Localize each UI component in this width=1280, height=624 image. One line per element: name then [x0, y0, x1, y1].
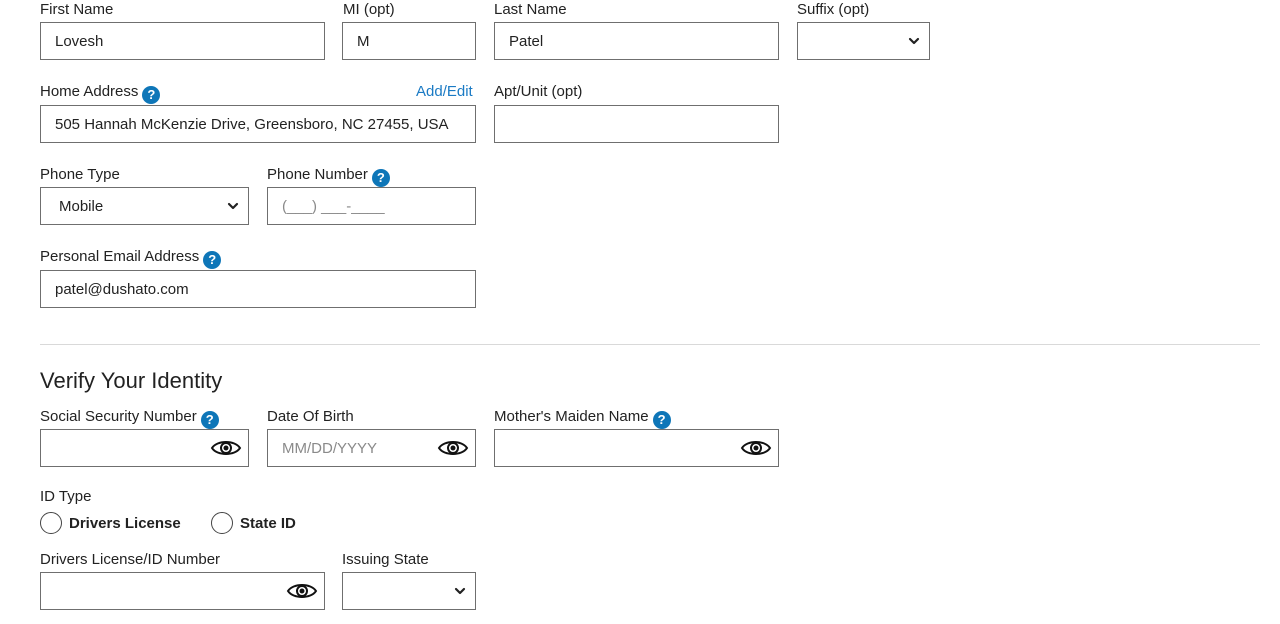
license-number-input[interactable]: [40, 572, 325, 610]
add-edit-address-link[interactable]: Add/Edit: [416, 83, 473, 100]
ssn-input[interactable]: [40, 429, 249, 467]
phone-type-value: Mobile: [59, 197, 104, 215]
state-id-radio-label[interactable]: State ID: [240, 515, 296, 532]
phone-number-label: Phone Number?: [267, 166, 390, 187]
phone-type-label: Phone Type: [40, 166, 120, 183]
issuing-state-select[interactable]: [342, 572, 476, 610]
license-number-label: Drivers License/ID Number: [40, 551, 221, 568]
email-input[interactable]: patel@dushato.com: [40, 270, 476, 308]
email-label: Personal Email Address?: [40, 248, 222, 269]
section-title: Verify Your Identity: [40, 368, 223, 393]
suffix-select[interactable]: [797, 22, 930, 60]
email-value: patel@dushato.com: [55, 280, 189, 298]
question-circle-icon[interactable]: ?: [200, 411, 219, 429]
apt-unit-label: Apt/Unit (opt): [494, 83, 583, 100]
last-name-value: Patel: [509, 32, 544, 50]
phone-number-input[interactable]: (___) ___-____: [267, 187, 476, 225]
state-id-radio[interactable]: [211, 512, 233, 534]
dob-placeholder: MM/DD/YYYY: [282, 439, 378, 457]
suffix-label: Suffix (opt): [797, 1, 870, 18]
question-circle-icon[interactable]: ?: [652, 411, 671, 429]
first-name-value: Lovesh: [55, 32, 104, 50]
eye-icon[interactable]: [286, 581, 318, 601]
chevron-down-icon: [454, 587, 466, 595]
eye-icon[interactable]: [210, 438, 242, 458]
maiden-name-input[interactable]: [494, 429, 779, 467]
question-circle-icon[interactable]: ?: [142, 86, 161, 104]
eye-icon[interactable]: [437, 438, 469, 458]
email-label-text: Personal Email Address: [40, 248, 200, 265]
phone-type-select[interactable]: Mobile: [40, 187, 249, 225]
first-name-label: First Name: [40, 1, 114, 18]
application-form: First Name Lovesh MI (opt) M Last Name P…: [0, 0, 1280, 624]
issuing-state-label: Issuing State: [342, 551, 429, 568]
ssn-label: Social Security Number?: [40, 408, 219, 429]
drivers-license-radio[interactable]: [40, 512, 62, 534]
home-address-value: 505 Hannah McKenzie Drive, Greensboro, N…: [55, 115, 449, 133]
apt-unit-input[interactable]: [494, 105, 779, 143]
home-address-input[interactable]: 505 Hannah McKenzie Drive, Greensboro, N…: [40, 105, 476, 143]
mi-value: M: [357, 32, 370, 50]
first-name-input[interactable]: Lovesh: [40, 22, 325, 60]
last-name-label: Last Name: [494, 1, 567, 18]
maiden-name-label: Mother's Maiden Name?: [494, 408, 671, 429]
chevron-down-icon: [227, 202, 239, 210]
eye-icon[interactable]: [740, 438, 772, 458]
mi-label: MI (opt): [343, 1, 395, 18]
home-address-label: Home Address?: [40, 83, 161, 104]
question-circle-icon[interactable]: ?: [203, 251, 222, 269]
chevron-down-icon: [908, 37, 920, 45]
maiden-name-label-text: Mother's Maiden Name: [494, 408, 649, 425]
phone-number-placeholder: (___) ___-____: [282, 197, 385, 215]
home-address-label-text: Home Address: [40, 83, 139, 100]
phone-number-label-text: Phone Number: [267, 166, 368, 183]
dob-input[interactable]: MM/DD/YYYY: [267, 429, 476, 467]
ssn-label-text: Social Security Number: [40, 408, 197, 425]
drivers-license-radio-label[interactable]: Drivers License: [69, 515, 181, 532]
section-divider: [40, 344, 1260, 345]
question-circle-icon[interactable]: ?: [371, 169, 390, 187]
last-name-input[interactable]: Patel: [494, 22, 779, 60]
dob-label: Date Of Birth: [267, 408, 354, 425]
mi-input[interactable]: M: [342, 22, 476, 60]
id-type-label: ID Type: [40, 488, 92, 505]
